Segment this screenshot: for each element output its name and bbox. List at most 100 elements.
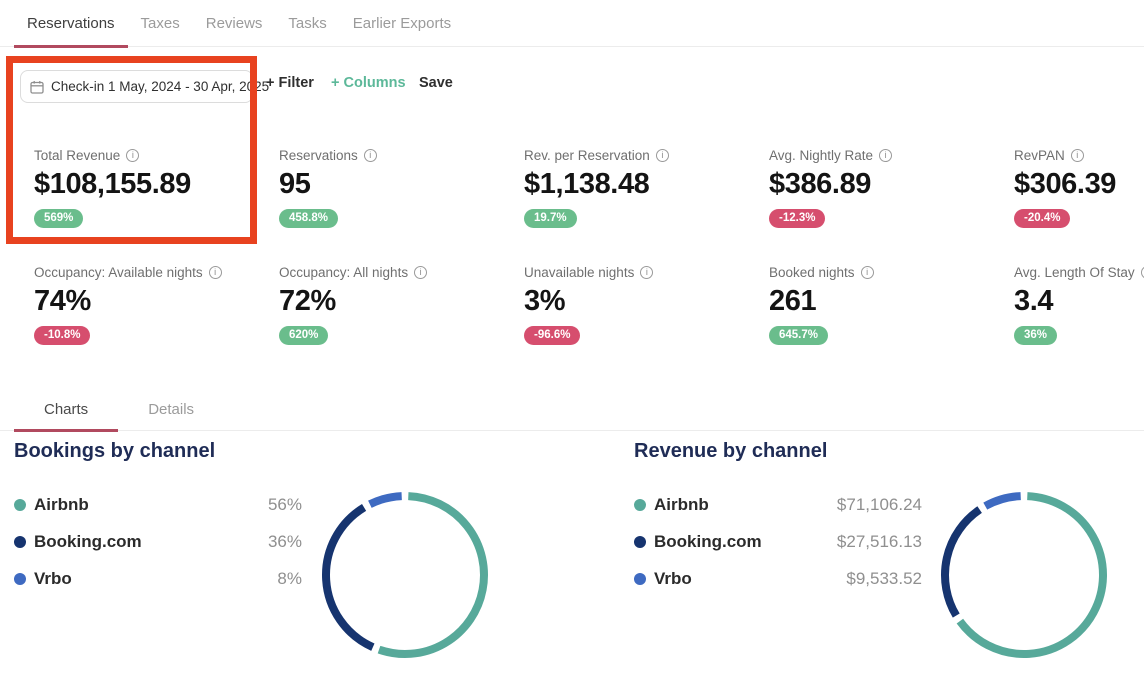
add-columns-button[interactable]: + Columns: [331, 75, 406, 91]
legend-label: Airbnb: [34, 495, 89, 515]
kpi-label-text: Occupancy: Available nights: [34, 265, 203, 280]
add-filter-button[interactable]: + Filter: [266, 75, 314, 91]
bookings-by-channel-donut-chart[interactable]: [317, 487, 493, 663]
kpi-label: Total Revenuei: [34, 148, 279, 163]
info-icon[interactable]: i: [879, 149, 892, 162]
kpi-label: Avg. Nightly Rate i: [769, 148, 1014, 163]
kpi-trend-badge: 19.7%: [524, 209, 577, 228]
kpi-trend-badge: 569%: [34, 209, 83, 228]
kpi-card-occupancy-available-nights: Occupancy: Available nightsi74%-10.8%: [34, 265, 279, 345]
info-icon[interactable]: i: [640, 266, 653, 279]
date-range-input[interactable]: Check-in 1 May, 2024 - 30 Apr, 2025: [20, 70, 253, 103]
kpi-label-text: Reservations: [279, 148, 358, 163]
main-tabbar: ReservationsTaxesReviewsTasksEarlier Exp…: [0, 0, 1144, 47]
calendar-icon: [30, 80, 44, 94]
kpi-value: 261: [769, 285, 1014, 318]
kpi-card-avg-nightly-rate: Avg. Nightly Rate i $386.89 -12.3%: [769, 148, 1014, 228]
kpi-trend-badge: 458.8%: [279, 209, 338, 228]
legend-item-airbnb: Airbnb 56%: [14, 486, 302, 523]
legend-item-booking-com: Booking.com $27,516.13: [634, 523, 922, 560]
tab-reservations[interactable]: Reservations: [14, 0, 128, 47]
kpi-trend-badge: 620%: [279, 326, 328, 345]
kpi-label-text: Rev. per Reservation: [524, 148, 650, 163]
kpi-value: $108,155.89: [34, 168, 279, 201]
bookings-by-channel-legend: Airbnb 56% Booking.com 36% Vrbo 8%: [14, 486, 302, 597]
kpi-value: $386.89: [769, 168, 1014, 201]
kpi-label-text: Avg. Nightly Rate: [769, 148, 873, 163]
legend-dot: [14, 573, 26, 585]
kpi-value: $1,138.48: [524, 168, 769, 201]
kpi-card-booked-nights: Booked nights i 261 645.7%: [769, 265, 1014, 345]
kpi-card-avg-length-of-stay: Avg. Length Of Stay i 3.4 36%: [1014, 265, 1144, 345]
subtab-details[interactable]: Details: [118, 388, 224, 431]
legend-dot: [634, 536, 646, 548]
info-icon[interactable]: i: [861, 266, 874, 279]
kpi-label-text: Unavailable nights: [524, 265, 634, 280]
date-range-value: Check-in 1 May, 2024 - 30 Apr, 2025: [51, 79, 269, 94]
legend-value: 8%: [277, 569, 302, 589]
kpi-label: Occupancy: Available nights i: [34, 265, 279, 280]
kpi-label-text: Booked nights: [769, 265, 855, 280]
kpi-label-text: RevPAN: [1014, 148, 1065, 163]
info-icon[interactable]: i: [656, 149, 669, 162]
tab-earlier-exports[interactable]: Earlier Exports: [340, 0, 464, 47]
donut-segment-booking-com[interactable]: [945, 510, 980, 616]
subtab-charts[interactable]: Charts: [14, 388, 118, 431]
legend-value: 56%: [268, 495, 302, 515]
kpi-value: 95: [279, 168, 524, 201]
info-icon[interactable]: i: [1071, 149, 1084, 162]
legend-dot: [634, 573, 646, 585]
legend-value: 36%: [268, 532, 302, 552]
donut-segment-airbnb[interactable]: [379, 496, 484, 654]
legend-label: Booking.com: [654, 532, 762, 552]
kpi-trend-badge: 36%: [1014, 326, 1057, 345]
kpi-value: 3%: [524, 285, 769, 318]
donut-segment-vrbo[interactable]: [370, 496, 402, 504]
legend-label: Vrbo: [654, 569, 692, 589]
kpi-trend-badge: -12.3%: [769, 209, 825, 228]
kpi-label-text: Avg. Length Of Stay: [1014, 265, 1135, 280]
kpi-label: RevPAN i: [1014, 148, 1144, 163]
kpi-row-2: Occupancy: Available nightsi74%-10.8%Occ…: [34, 265, 1144, 345]
legend-item-vrbo: Vrbo$9,533.52: [634, 560, 922, 597]
kpi-label: Reservations i: [279, 148, 524, 163]
legend-dot: [14, 536, 26, 548]
kpi-card-unavailable-nights: Unavailable nightsi3%-96.6%: [524, 265, 769, 345]
reservations-dashboard: ReservationsTaxesReviewsTasksEarlier Exp…: [0, 0, 1144, 686]
kpi-label: Avg. Length Of Stay i: [1014, 265, 1144, 280]
revenue-by-channel-title: Revenue by channel: [634, 440, 827, 463]
tab-taxes[interactable]: Taxes: [128, 0, 193, 47]
info-icon[interactable]: i: [126, 149, 139, 162]
kpi-card-revpan: RevPANi$306.39-20.4%: [1014, 148, 1144, 228]
save-button[interactable]: Save: [419, 75, 453, 91]
kpi-card-total-revenue: Total Revenuei $108,155.89 569%: [34, 148, 279, 228]
info-icon[interactable]: i: [364, 149, 377, 162]
kpi-label: Unavailable nights i: [524, 265, 769, 280]
kpi-card-reservations: Reservations i 95 458.8%: [279, 148, 524, 228]
kpi-row-1: Total Revenuei $108,155.89 569% Reservation…: [34, 148, 1144, 228]
legend-item-booking-com: Booking.com 36%: [14, 523, 302, 560]
info-icon[interactable]: i: [209, 266, 222, 279]
legend-dot: [634, 499, 646, 511]
legend-item-vrbo: Vrbo 8%: [14, 560, 302, 597]
kpi-trend-badge: -10.8%: [34, 326, 90, 345]
legend-label: Vrbo: [34, 569, 72, 589]
legend-value: $27,516.13: [837, 532, 922, 552]
donut-segment-vrbo[interactable]: [985, 496, 1020, 506]
legend-dot: [14, 499, 26, 511]
legend-label: Booking.com: [34, 532, 142, 552]
donut-segment-booking-com[interactable]: [326, 507, 373, 647]
bookings-by-channel-title: Bookings by channel: [14, 440, 215, 463]
kpi-label: Occupancy: All nightsi: [279, 265, 524, 280]
info-icon[interactable]: i: [414, 266, 427, 279]
charts-details-tabbar: ChartsDetails: [0, 388, 1144, 431]
kpi-trend-badge: 645.7%: [769, 326, 828, 345]
legend-value: $71,106.24: [837, 495, 922, 515]
revenue-by-channel-donut-chart[interactable]: [936, 487, 1112, 663]
info-icon[interactable]: i: [1141, 266, 1144, 279]
tab-reviews[interactable]: Reviews: [193, 0, 276, 47]
donut-segment-airbnb[interactable]: [960, 496, 1103, 654]
kpi-value: 3.4: [1014, 285, 1144, 318]
legend-label: Airbnb: [654, 495, 709, 515]
tab-tasks[interactable]: Tasks: [275, 0, 339, 47]
